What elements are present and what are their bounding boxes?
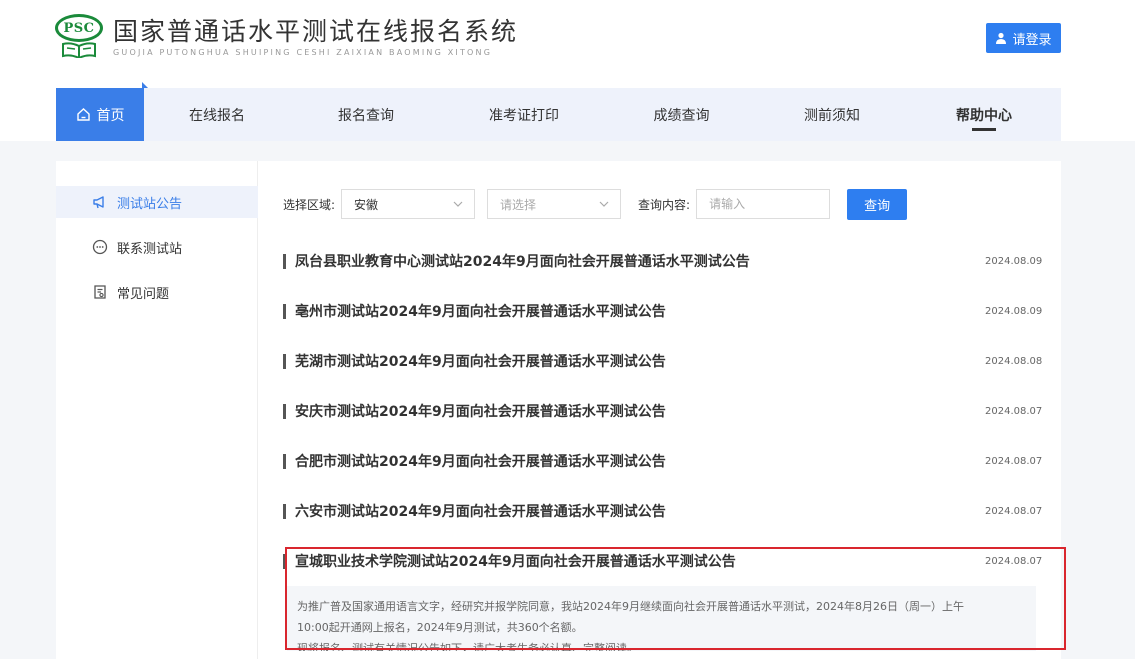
announcement-title[interactable]: 安庆市测试站2024年9月面向社会开展普通话水平测试公告 <box>295 401 985 421</box>
excerpt-line: 10:00起开通网上报名，2024年9月测试，共360个名额。 <box>297 621 583 634</box>
sidebar-item-label: 联系测试站 <box>117 241 183 257</box>
announcement-excerpt: 为推广普及国家通用语言文字，经研究并报学院同意，我站2024年9月继续面向社会开… <box>287 586 1036 651</box>
chevron-down-icon <box>453 201 463 207</box>
nav-online-registration-label: 在线报名 <box>189 107 245 124</box>
chevron-down-icon <box>599 201 609 207</box>
user-icon <box>996 32 1007 44</box>
announcement-item[interactable]: 亳州市测试站2024年9月面向社会开展普通话水平测试公告 2024.08.09 <box>283 286 1043 336</box>
announcement-title[interactable]: 亳州市测试站2024年9月面向社会开展普通话水平测试公告 <box>295 301 985 321</box>
logo-text: 国家普通话水平测试在线报名系统 GUOJIA PUTONGHUA SHUIPIN… <box>113 17 518 57</box>
announcement-title[interactable]: 六安市测试站2024年9月面向社会开展普通话水平测试公告 <box>295 501 985 521</box>
query-input[interactable] <box>696 189 831 219</box>
announcement-title[interactable]: 合肥市测试站2024年9月面向社会开展普通话水平测试公告 <box>295 451 985 471</box>
region-select[interactable]: 安徽 <box>341 189 476 219</box>
site-logo[interactable]: PSC 国家普通话水平测试在线报名系统 GUOJIA PUTONGHUA SHU… <box>55 14 518 60</box>
query-button[interactable]: 查询 <box>847 188 908 220</box>
region-select-value: 安徽 <box>354 197 379 212</box>
site-title-pinyin: GUOJIA PUTONGHUA SHUIPING CESHI ZAIXIAN … <box>113 48 493 57</box>
announcement-date: 2024.08.07 <box>985 505 1043 517</box>
nav-home[interactable]: 首页 <box>56 82 148 141</box>
title-bar-marker <box>283 553 286 569</box>
nav-active-underline <box>972 128 996 131</box>
sidebar: 测试站公告 联系测试站 常见问题 <box>56 161 258 659</box>
nav-score-query[interactable]: 成绩查询 <box>606 88 757 141</box>
announcement-item[interactable]: 宣城职业技术学院测试站2024年9月面向社会开展普通话水平测试公告 2024.0… <box>283 536 1043 586</box>
region-label: 选择区域: <box>283 197 336 212</box>
nav-help-center[interactable]: 帮助中心 <box>907 88 1061 141</box>
site-header: PSC 国家普通话水平测试在线报名系统 GUOJIA PUTONGHUA SHU… <box>0 0 1135 141</box>
announcement-title[interactable]: 凤台县职业教育中心测试站2024年9月面向社会开展普通话水平测试公告 <box>295 251 985 271</box>
excerpt-line: 现将报名、测试有关情况公告如下，请广大考生务必认真、完整阅读。 <box>297 642 638 651</box>
nav-pre-test-notice-label: 测前须知 <box>804 107 860 124</box>
title-bar-marker <box>283 253 286 269</box>
content-panel: 测试站公告 联系测试站 常见问题 选择区域: 安徽 请选择 查询内容: 请输入 … <box>56 161 1061 659</box>
nav-registration-query[interactable]: 报名查询 <box>290 88 442 141</box>
psc-logo-icon: PSC <box>55 14 103 60</box>
nav-pre-test-notice[interactable]: 测前须知 <box>757 88 907 141</box>
title-bar-marker <box>283 303 286 319</box>
login-label: 请登录 <box>1012 32 1052 48</box>
nav-help-center-label: 帮助中心 <box>956 107 1012 124</box>
nav-admission-ticket-label: 准考证打印 <box>489 107 559 124</box>
announcement-title[interactable]: 宣城职业技术学院测试站2024年9月面向社会开展普通话水平测试公告 <box>295 551 985 571</box>
announcement-item[interactable]: 六安市测试站2024年9月面向社会开展普通话水平测试公告 2024.08.07 <box>283 486 1043 536</box>
filter-bar: 选择区域: 安徽 请选择 查询内容: 查询 <box>283 188 908 220</box>
query-label: 查询内容: <box>638 197 691 212</box>
announcement-date: 2024.08.09 <box>985 305 1043 317</box>
title-bar-marker <box>283 503 286 519</box>
announcement-date: 2024.08.09 <box>985 255 1043 267</box>
announcement-item[interactable]: 凤台县职业教育中心测试站2024年9月面向社会开展普通话水平测试公告 2024.… <box>283 236 1043 286</box>
megaphone-icon <box>92 194 108 210</box>
title-bar-marker <box>283 403 286 419</box>
sidebar-item-label: 测试站公告 <box>117 196 183 212</box>
document-icon <box>92 284 108 300</box>
book-icon <box>62 42 96 58</box>
city-select[interactable]: 请选择 <box>487 189 622 219</box>
announcement-item[interactable]: 安庆市测试站2024年9月面向社会开展普通话水平测试公告 2024.08.07 <box>283 386 1043 436</box>
sidebar-item-label: 常见问题 <box>117 286 170 302</box>
logo-mark-text: PSC <box>55 14 103 42</box>
announcement-date: 2024.08.07 <box>985 455 1043 467</box>
title-bar-marker <box>283 353 286 369</box>
nav-admission-ticket[interactable]: 准考证打印 <box>442 88 606 141</box>
announcement-date: 2024.08.07 <box>985 405 1043 417</box>
login-button[interactable]: 请登录 <box>986 23 1061 53</box>
sidebar-item-announcements[interactable]: 测试站公告 <box>56 186 258 218</box>
excerpt-line: 为推广普及国家通用语言文字，经研究并报学院同意，我站2024年9月继续面向社会开… <box>297 600 964 613</box>
nav-score-query-label: 成绩查询 <box>653 107 710 124</box>
chat-bubble-icon <box>92 239 108 255</box>
city-select-placeholder: 请选择 <box>500 197 537 212</box>
site-title: 国家普通话水平测试在线报名系统 <box>113 17 519 46</box>
announcement-date: 2024.08.07 <box>985 555 1043 567</box>
sidebar-item-contact[interactable]: 联系测试站 <box>56 231 258 263</box>
home-icon <box>76 108 90 121</box>
sidebar-item-faq[interactable]: 常见问题 <box>56 276 258 308</box>
announcement-item[interactable]: 合肥市测试站2024年9月面向社会开展普通话水平测试公告 2024.08.07 <box>283 436 1043 486</box>
nav-online-registration[interactable]: 在线报名 <box>144 88 290 141</box>
title-bar-marker <box>283 453 286 469</box>
announcement-title[interactable]: 芜湖市测试站2024年9月面向社会开展普通话水平测试公告 <box>295 351 985 371</box>
main-nav: 首页 在线报名 报名查询 准考证打印 成绩查询 测前须知 帮助中心 <box>56 82 1061 141</box>
nav-registration-query-label: 报名查询 <box>338 107 394 124</box>
announcement-item[interactable]: 芜湖市测试站2024年9月面向社会开展普通话水平测试公告 2024.08.08 <box>283 336 1043 386</box>
nav-home-label: 首页 <box>96 107 125 124</box>
announcement-date: 2024.08.08 <box>985 355 1043 367</box>
